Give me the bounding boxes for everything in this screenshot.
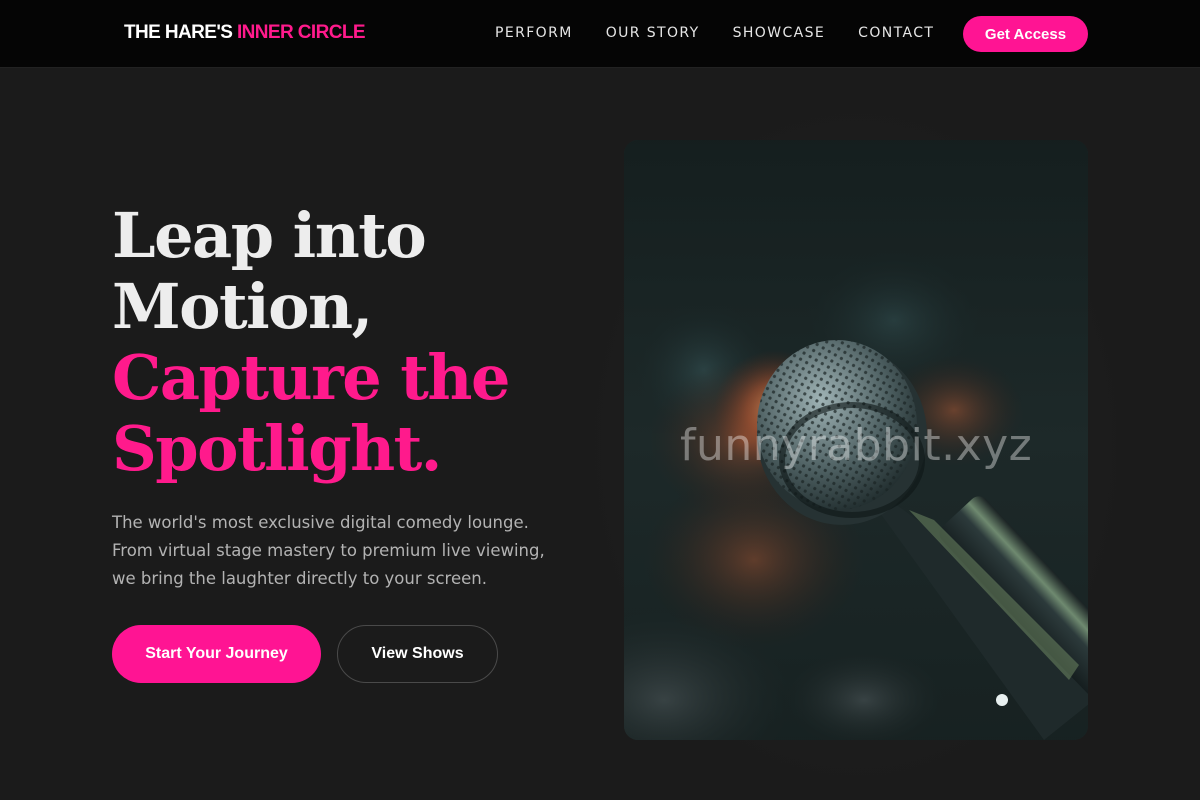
subtitle-line-2: From virtual stage mastery to premium li… [112, 541, 545, 560]
hero-headline: Leap into Motion, Capture the Spotlight. [112, 199, 510, 485]
headline-line-2: Motion, [112, 270, 373, 343]
headline-line-1: Leap into [112, 199, 427, 272]
brand-logo[interactable]: THE HARE'S INNER CIRCLE [124, 22, 366, 44]
brand-name-accent: INNER CIRCLE [237, 22, 366, 43]
start-journey-button[interactable]: Start Your Journey [112, 625, 321, 683]
headline-line-4: Spotlight. [112, 412, 442, 485]
nav-link-showcase[interactable]: SHOWCASE [733, 24, 826, 42]
brand-name-primary: THE HARE'S [124, 22, 237, 43]
subtitle-line-1: The world's most exclusive digital comed… [112, 513, 529, 532]
navbar: THE HARE'S INNER CIRCLE PERFORM OUR STOR… [0, 0, 1200, 68]
nav-link-contact[interactable]: CONTACT [858, 24, 934, 42]
image-watermark: funnyrabbit.xyz [680, 420, 1033, 471]
nav-link-our-story[interactable]: OUR STORY [606, 24, 700, 42]
subtitle-line-3: we bring the laughter directly to your s… [112, 569, 487, 588]
headline-line-3: Capture the [112, 341, 510, 414]
hero-subtitle: The world's most exclusive digital comed… [112, 509, 572, 593]
nav-link-perform[interactable]: PERFORM [495, 24, 573, 42]
get-access-button[interactable]: Get Access [963, 16, 1088, 52]
nav-links: PERFORM OUR STORY SHOWCASE CONTACT [495, 24, 934, 42]
view-shows-button[interactable]: View Shows [337, 625, 498, 683]
